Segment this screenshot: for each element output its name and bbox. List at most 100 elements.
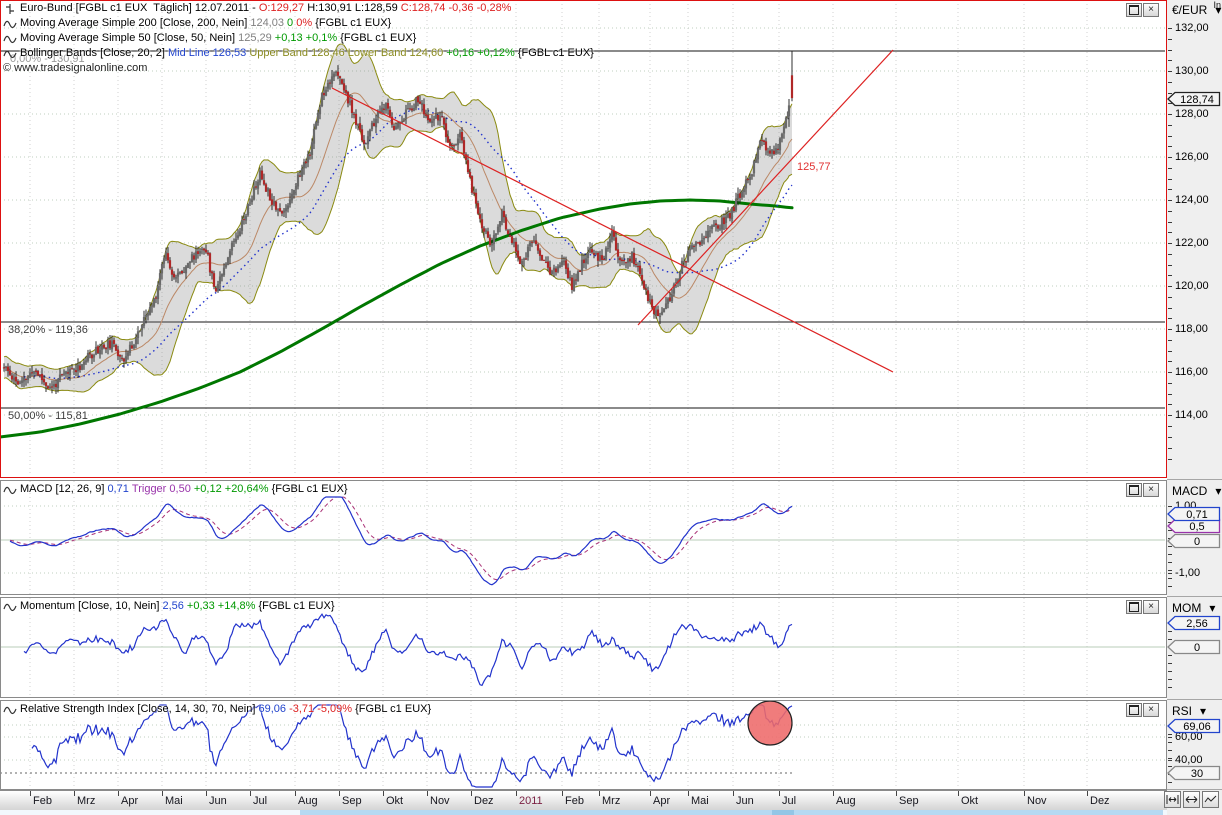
scale-tick-dash xyxy=(1168,60,1172,61)
chevron-down-icon: ▾ xyxy=(1200,704,1206,718)
scale-tick-dash xyxy=(1168,286,1172,287)
scale-tick-label: -1,00 xyxy=(1175,567,1200,579)
time-axis-label: Jul xyxy=(782,795,796,807)
legend-segment: MACD [12, 26, 9] xyxy=(20,483,107,496)
legend-segment: 0 xyxy=(287,17,296,30)
scale-tick-dash xyxy=(1168,125,1172,126)
time-axis-tick xyxy=(1024,791,1025,796)
legend-row-3[interactable]: Bollinger Bands [Close, 20, 2] Mid Line … xyxy=(3,47,594,60)
time-axis-label: Mai xyxy=(691,795,709,807)
scale-tick-label: 116,00 xyxy=(1175,366,1208,378)
time-axis-tick xyxy=(1087,791,1088,796)
legend-segment: -3,71 -5,09% xyxy=(289,703,355,716)
time-axis-label: Feb xyxy=(33,795,52,807)
scale-value-marker: 30 xyxy=(1167,765,1221,781)
legend-segment: 0% xyxy=(296,17,315,30)
time-axis-tick xyxy=(206,791,207,796)
time-axis-tick xyxy=(779,791,780,796)
maximize-button[interactable] xyxy=(1126,600,1142,614)
legend-row-0[interactable]: Euro-Bund [FGBL c1 EUX Täglich] 12.07.20… xyxy=(3,2,511,15)
svg-text:30: 30 xyxy=(1191,768,1203,780)
legend-segment: 69,06 xyxy=(258,703,289,716)
horizontal-scrollbar[interactable] xyxy=(0,810,1167,815)
maximize-button[interactable] xyxy=(1126,483,1142,497)
scale-tick-label: 126,00 xyxy=(1175,151,1209,163)
scale-tick-dash xyxy=(1168,28,1172,29)
scale-tick-dash xyxy=(1168,426,1172,427)
scale-tick-dash xyxy=(1168,760,1172,761)
momentum-scale-title[interactable]: MOM▾ xyxy=(1172,601,1215,615)
tradesignal-chart-window: Euro-Bund [FGBL c1 EUX Täglich] 12.07.20… xyxy=(0,0,1222,815)
maximize-icon xyxy=(1129,705,1139,715)
maximize-button[interactable] xyxy=(1126,3,1142,17)
scale-tick-dash xyxy=(1168,157,1172,158)
legend-segment: O:129,27 xyxy=(259,2,307,15)
scale-tick-dash xyxy=(1168,737,1172,738)
momentum-legend[interactable]: Momentum [Close, 10, Nein] 2,56 +0,33 +1… xyxy=(3,600,335,613)
legend-segment: Moving Average Simple 50 [Close, 50, Nei… xyxy=(20,32,238,45)
scale-tick-dash xyxy=(1168,404,1172,405)
scale-tick-dash xyxy=(1168,211,1172,212)
legend-segment: {FGBL c1 EUX} xyxy=(355,703,431,716)
close-button[interactable]: × xyxy=(1143,703,1159,717)
time-axis-tick xyxy=(30,791,31,796)
time-axis-label: Jul xyxy=(253,795,267,807)
main-price-panel[interactable] xyxy=(0,0,1167,478)
rsi-legend[interactable]: Relative Strength Index [Close, 14, 30, … xyxy=(3,703,431,716)
scale-tick-dash xyxy=(1168,437,1172,438)
scale-tick-dash xyxy=(1168,448,1172,449)
fit-width-button[interactable] xyxy=(1164,791,1181,808)
scale-tick-dash xyxy=(1168,71,1172,72)
scale-tick-dash xyxy=(1168,265,1172,266)
scale-title-label: RSI xyxy=(1172,704,1192,718)
legend-segment: {FGBL c1 EUX} xyxy=(518,47,594,60)
scale-tick-label: 132,00 xyxy=(1175,22,1209,34)
price-chart-canvas xyxy=(1,1,1166,477)
wave-icon xyxy=(3,484,17,496)
time-axis-tick xyxy=(74,791,75,796)
time-axis-tick xyxy=(471,791,472,796)
scale-tick-dash xyxy=(1168,318,1172,319)
rsi-scale-title[interactable]: RSI ▾ xyxy=(1172,704,1206,718)
momentum-panel-buttons: × xyxy=(1126,600,1159,614)
close-button[interactable]: × xyxy=(1143,600,1159,614)
maximize-button[interactable] xyxy=(1126,703,1142,717)
time-axis-label: Apr xyxy=(653,795,670,807)
wave-icon xyxy=(3,33,17,45)
scale-tick-label: 130,00 xyxy=(1175,65,1209,77)
scale-tick-dash xyxy=(1168,351,1172,352)
scale-tick-dash xyxy=(1168,146,1172,147)
scale-section-divider xyxy=(1167,789,1222,790)
svg-text:0: 0 xyxy=(1194,642,1200,654)
svg-text:2,56: 2,56 xyxy=(1186,618,1207,630)
macd-panel[interactable] xyxy=(0,480,1167,595)
time-axis-label: Jun xyxy=(736,795,754,807)
scale-tick-label: 128,00 xyxy=(1175,108,1209,120)
close-button[interactable]: × xyxy=(1143,3,1159,17)
macd-scale-title[interactable]: MACD▾ xyxy=(1172,484,1221,498)
legend-segment: +0,12 +20,64% xyxy=(194,483,272,496)
legend-segment: Relative Strength Index [Close, 14, 30, … xyxy=(20,703,258,716)
scale-title-label: MACD xyxy=(1172,484,1207,498)
horizontal-zoom-button[interactable] xyxy=(1183,791,1200,808)
time-axis[interactable]: FebMrzAprMaiJunJulAugSepOktNovDez2011Feb… xyxy=(0,790,1167,811)
legend-segment: {FGBL c1 EUX} xyxy=(340,32,416,45)
legend-segment: +0,16 +0,12% xyxy=(446,47,518,60)
maximize-icon xyxy=(1129,5,1139,15)
time-axis-tick xyxy=(562,791,563,796)
price-scale-column[interactable]: €/EUR▾132,00130,00128,00126,00124,00122,… xyxy=(1167,0,1222,815)
time-axis-tick xyxy=(162,791,163,796)
scale-tick-dash xyxy=(1168,415,1172,416)
close-button[interactable]: × xyxy=(1143,483,1159,497)
scale-tick-dash xyxy=(1168,758,1172,759)
legend-row-2[interactable]: Moving Average Simple 50 [Close, 50, Nei… xyxy=(3,32,416,45)
macd-legend[interactable]: MACD [12, 26, 9] 0,71 Trigger 0,50 +0,12… xyxy=(3,483,348,496)
scrollbar-thumb[interactable] xyxy=(300,810,1163,815)
corner-fragment: In xyxy=(1213,0,1221,10)
scale-value-marker: 2,56 xyxy=(1167,615,1221,631)
scale-tick-dash xyxy=(1168,243,1172,244)
rsi-panel-buttons: × xyxy=(1126,703,1159,717)
legend-row-1[interactable]: Moving Average Simple 200 [Close, 200, N… xyxy=(3,17,391,30)
line-style-button[interactable] xyxy=(1202,791,1219,808)
time-axis-label: Mrz xyxy=(77,795,95,807)
